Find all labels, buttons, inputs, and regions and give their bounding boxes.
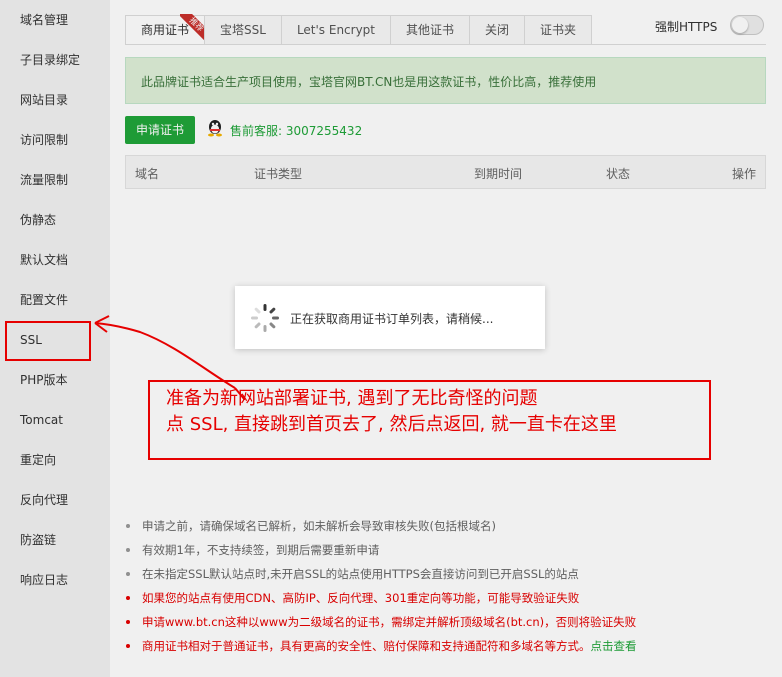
tip-item: 申请www.bt.cn这种以www为二级域名的证书，需绑定并解析顶级域名(bt.… (125, 610, 766, 634)
annotation-line-1: 准备为新网站部署证书, 遇到了无比奇怪的问题 (166, 388, 538, 409)
tab-lets-encrypt[interactable]: Let's Encrypt (280, 15, 391, 45)
recommend-badge: 推荐 (180, 14, 207, 40)
tip-text: 商用证书相对于普通证书，具有更高的安全性、赔付保障和支持通配符和多域名等方式。 (142, 639, 591, 653)
col-actions: 操作 (732, 167, 757, 181)
force-https-label: 强制HTTPS (655, 20, 718, 34)
sidebar-item-response-log[interactable]: 响应日志 (20, 570, 68, 590)
qq-icon[interactable] (204, 118, 226, 138)
tab-label: 证书夹 (540, 23, 577, 37)
sidebar-item-traffic-limit[interactable]: 流量限制 (20, 170, 68, 190)
tab-bt-ssl[interactable]: 宝塔SSL (204, 15, 281, 45)
recommend-alert: 此品牌证书适合生产项目使用，宝塔官网BT.CN也是用这款证书，性价比高，推荐使用 (125, 57, 766, 104)
ssl-highlight-box (5, 321, 91, 361)
presale-service[interactable]: 售前客服: 3007255432 (230, 122, 362, 139)
recommend-ribbon: 推荐 (180, 14, 207, 40)
tab-label: 关闭 (485, 23, 510, 37)
tip-text: 如果您的站点有使用CDN、高防IP、反向代理、301重定向等功能，可能导致验证失… (142, 591, 580, 605)
toggle-knob (732, 17, 748, 33)
cert-table-header: 域名 证书类型 到期时间 状态 操作 (125, 155, 766, 189)
col-expiry: 到期时间 (474, 167, 523, 181)
tips-list: 申请之前，请确保域名已解析，如未解析会导致审核失败(包括根域名) 有效期1年，不… (125, 514, 766, 658)
col-status: 状态 (606, 167, 631, 181)
sidebar-item-config-file[interactable]: 配置文件 (20, 290, 68, 310)
sidebar-item-tomcat[interactable]: Tomcat (20, 410, 63, 430)
sidebar-item-hotlink[interactable]: 防盗链 (20, 530, 56, 550)
tab-cert-folder[interactable]: 证书夹 (524, 15, 593, 45)
tab-commercial-cert[interactable]: 商用证书 推荐 (125, 14, 207, 45)
loading-dialog: 正在获取商用证书订单列表，请稍候... (235, 286, 545, 349)
sidebar-item-site-dir[interactable]: 网站目录 (20, 90, 68, 110)
sidebar-item-redirect[interactable]: 重定向 (20, 450, 56, 470)
tip-item: 有效期1年，不支持续签，到期后需要重新申请 (125, 538, 766, 562)
sidebar-item-rewrite[interactable]: 伪静态 (20, 210, 56, 230)
loading-message: 正在获取商用证书订单列表，请稍候... (290, 312, 494, 326)
tab-label: Let's Encrypt (296, 23, 376, 37)
loading-spinner-icon (251, 304, 279, 332)
tip-item: 商用证书相对于普通证书，具有更高的安全性、赔付保障和支持通配符和多域名等方式。点… (125, 634, 766, 658)
tip-text: 申请之前，请确保域名已解析，如未解析会导致审核失败(包括根域名) (142, 519, 496, 533)
annotation-note: 准备为新网站部署证书, 遇到了无比奇怪的问题 点 SSL, 直接跳到首页去了, … (148, 380, 711, 460)
tip-text: 申请www.bt.cn这种以www为二级域名的证书，需绑定并解析顶级域名(bt.… (142, 615, 637, 629)
tip-item: 如果您的站点有使用CDN、高防IP、反向代理、301重定向等功能，可能导致验证失… (125, 586, 766, 610)
tip-item: 申请之前，请确保域名已解析，如未解析会导致审核失败(包括根域名) (125, 514, 766, 538)
ssl-tabs: 商用证书 推荐 宝塔SSL Let's Encrypt 其他证书 关闭 证书夹 (125, 14, 593, 45)
sidebar-item-domain[interactable]: 域名管理 (20, 10, 68, 30)
view-details-link[interactable]: 点击查看 (591, 639, 637, 653)
tab-other-cert[interactable]: 其他证书 (390, 15, 470, 45)
tab-close[interactable]: 关闭 (469, 15, 525, 45)
col-cert-type: 证书类型 (254, 167, 303, 181)
sidebar-item-default-doc[interactable]: 默认文档 (20, 250, 68, 270)
tab-label: 宝塔SSL (220, 23, 266, 37)
sidebar-item-subdir[interactable]: 子目录绑定 (20, 50, 80, 70)
force-https-toggle[interactable] (730, 15, 764, 35)
tip-text: 在未指定SSL默认站点时,未开启SSL的站点使用HTTPS会直接访问到已开启SS… (142, 567, 579, 581)
apply-cert-button[interactable]: 申请证书 (125, 116, 195, 144)
sidebar-item-access-limit[interactable]: 访问限制 (20, 130, 68, 150)
tab-label: 其他证书 (406, 23, 455, 37)
tip-item: 在未指定SSL默认站点时,未开启SSL的站点使用HTTPS会直接访问到已开启SS… (125, 562, 766, 586)
tip-text: 有效期1年，不支持续签，到期后需要重新申请 (142, 543, 380, 557)
col-domain: 域名 (135, 167, 160, 181)
sidebar-item-php-version[interactable]: PHP版本 (20, 370, 68, 390)
sidebar-item-reverse-proxy[interactable]: 反向代理 (20, 490, 68, 510)
tab-divider (125, 44, 766, 45)
annotation-line-2: 点 SSL, 直接跳到首页去了, 然后点返回, 就一直卡在这里 (166, 414, 617, 435)
